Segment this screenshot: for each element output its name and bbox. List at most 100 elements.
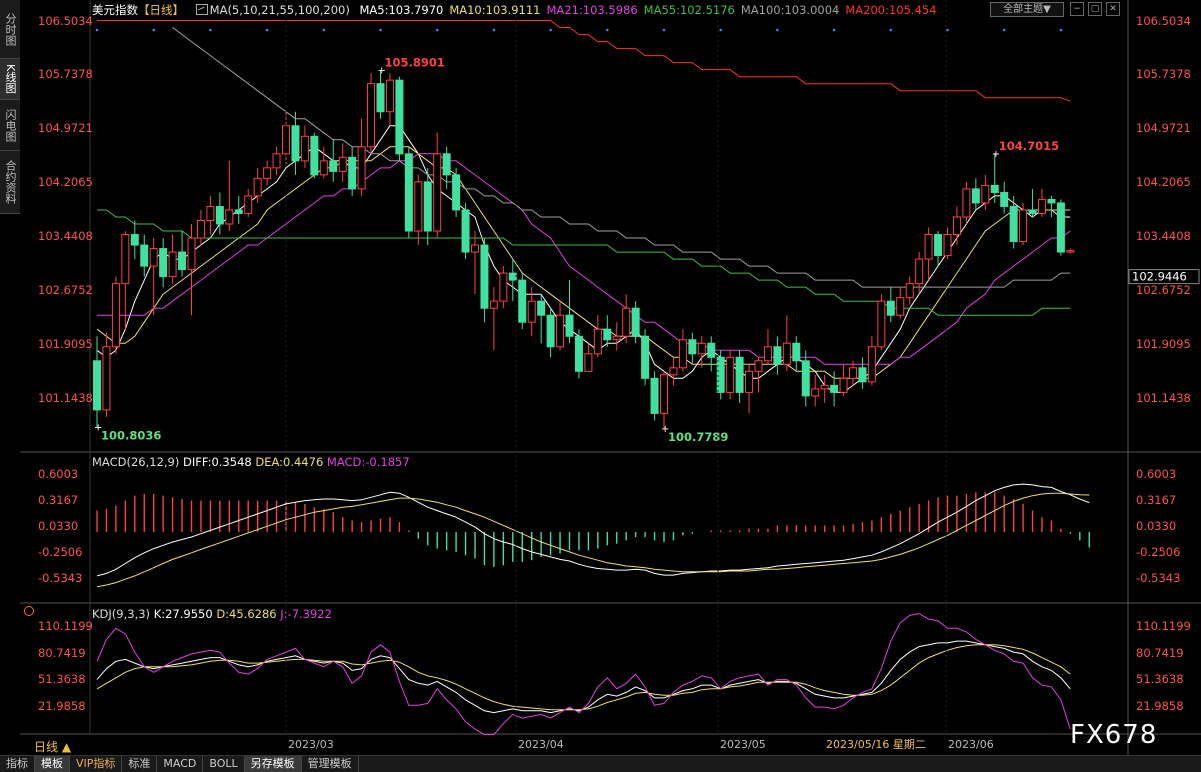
candle — [121, 231, 130, 330]
candle — [140, 234, 149, 277]
candle — [130, 220, 139, 260]
candle — [159, 238, 168, 288]
ma-line-ma55 — [97, 209, 1071, 316]
ma-line-ma10 — [96, 146, 1071, 379]
event-marker — [549, 28, 552, 32]
candle — [93, 336, 101, 428]
ma-item-2: MA21:103.5986 — [546, 3, 638, 17]
kdj-settings-icon[interactable] — [24, 606, 34, 616]
candle — [423, 167, 432, 246]
macd-dea-line — [96, 492, 1090, 588]
extreme-label: 104.7015 — [999, 139, 1059, 153]
price-tick-left: 103.4408 — [38, 229, 93, 243]
candle — [556, 301, 565, 351]
candle — [650, 371, 659, 421]
event-marker — [662, 28, 666, 32]
candle — [584, 343, 593, 372]
bottom-tab-4[interactable]: MACD — [157, 756, 204, 772]
candle — [357, 118, 366, 196]
kdj-tick-right: 21.9858 — [1136, 699, 1184, 713]
legend-bar: 美元指数【日线】 MA(5,10,21,55,100,200) MA5:103.… — [92, 2, 937, 18]
candle — [489, 287, 498, 351]
candle — [244, 188, 253, 217]
candle — [622, 294, 631, 344]
close-icon[interactable]: ✕ — [1106, 2, 1120, 16]
minimize-icon[interactable]: − — [1070, 2, 1084, 16]
ma-item-0: MA5:103.7970 — [359, 3, 444, 17]
macd-legend: MACD(26,12,9) DIFF:0.3548 DEA:0.4476 MAC… — [92, 455, 410, 469]
event-marker — [152, 28, 155, 32]
tab-kline[interactable]: K线图 — [0, 59, 20, 100]
macd-tick-left: 0.3167 — [38, 493, 78, 507]
price-tick-left: 106.5034 — [38, 14, 93, 28]
extreme-label: 105.8901 — [385, 55, 445, 69]
candle — [452, 167, 461, 217]
macd-tick-left: -0.2506 — [38, 545, 82, 559]
macd-tick-right: 0.3167 — [1136, 493, 1176, 507]
tab-contract-info[interactable]: 合约资料 — [0, 151, 20, 214]
candle — [471, 231, 479, 295]
event-marker — [832, 28, 836, 32]
restore-icon[interactable]: ▢ — [1088, 2, 1102, 16]
kdj-j: J:-7.3922 — [280, 607, 332, 621]
bottom-tab-5[interactable]: BOLL — [203, 756, 245, 772]
macd-value: MACD:-0.1857 — [326, 455, 410, 469]
candle — [811, 374, 820, 407]
bottom-toolbar: 指标 模板 VIP指标 标准 MACD BOLL 另存模板 管理模板 — [0, 755, 1201, 772]
instrument-title: 美元指数 — [92, 3, 138, 17]
candle — [291, 111, 300, 175]
candle — [518, 273, 527, 330]
candle — [763, 329, 772, 365]
candle — [641, 329, 650, 386]
candle — [669, 357, 678, 386]
price-tick-right: 104.2065 — [1136, 175, 1191, 189]
candle — [206, 195, 215, 235]
candle — [546, 308, 555, 358]
candle — [376, 70, 385, 119]
candle — [385, 73, 394, 126]
candle — [924, 227, 933, 281]
candle — [858, 357, 867, 389]
kdj-tick-left: 80.7419 — [38, 646, 86, 660]
candle — [934, 231, 943, 267]
kdj-k-line — [96, 640, 1071, 714]
event-marker — [946, 28, 949, 32]
candle — [603, 315, 612, 347]
candle — [508, 259, 517, 302]
candle — [1047, 195, 1056, 217]
price-tick-right: 103.4408 — [1136, 229, 1191, 243]
bottom-tab-3[interactable]: 标准 — [122, 756, 158, 772]
price-tick-left: 105.7378 — [38, 67, 93, 81]
bottom-tab-1[interactable]: 模板 — [35, 756, 70, 772]
theme-select[interactable]: 全部主题▼ — [990, 2, 1064, 17]
tab-flash[interactable]: 闪电图 — [0, 100, 20, 151]
candle — [367, 73, 376, 154]
price-tick-right: 105.7378 — [1136, 67, 1191, 81]
candle — [395, 76, 404, 161]
candle — [348, 146, 357, 196]
price-tick-left: 101.9095 — [38, 337, 93, 351]
macd-dea: DEA:0.4476 — [255, 455, 324, 469]
candle — [442, 146, 451, 189]
kdj-j-line — [96, 613, 1071, 736]
macd-tick-left: 0.0330 — [38, 519, 78, 533]
candle — [300, 125, 309, 168]
bottom-tab-2[interactable]: VIP指标 — [70, 756, 123, 772]
tab-intraday[interactable]: 分时图 — [0, 0, 20, 59]
candle — [414, 174, 423, 246]
candle — [971, 178, 980, 210]
ma-line-ma5 — [96, 125, 1071, 393]
candle — [697, 336, 706, 368]
bottom-tab-6[interactable]: 另存模板 — [244, 756, 302, 772]
bottom-tab-0[interactable]: 指标 — [0, 756, 35, 772]
kdj-k: K:27.9550 — [153, 607, 213, 621]
macd-label: MACD(26,12,9) — [92, 455, 180, 469]
event-marker — [265, 28, 269, 32]
kdj-label: KDJ(9,3,3) — [92, 607, 151, 621]
candle — [329, 139, 338, 182]
price-tick-right: 104.9721 — [1136, 121, 1191, 135]
bottom-tab-7[interactable]: 管理模板 — [302, 756, 359, 772]
candle — [754, 357, 763, 393]
macd-tick-right: -0.2506 — [1136, 545, 1180, 559]
period-toggle[interactable]: 日线 ▲ — [34, 738, 71, 755]
